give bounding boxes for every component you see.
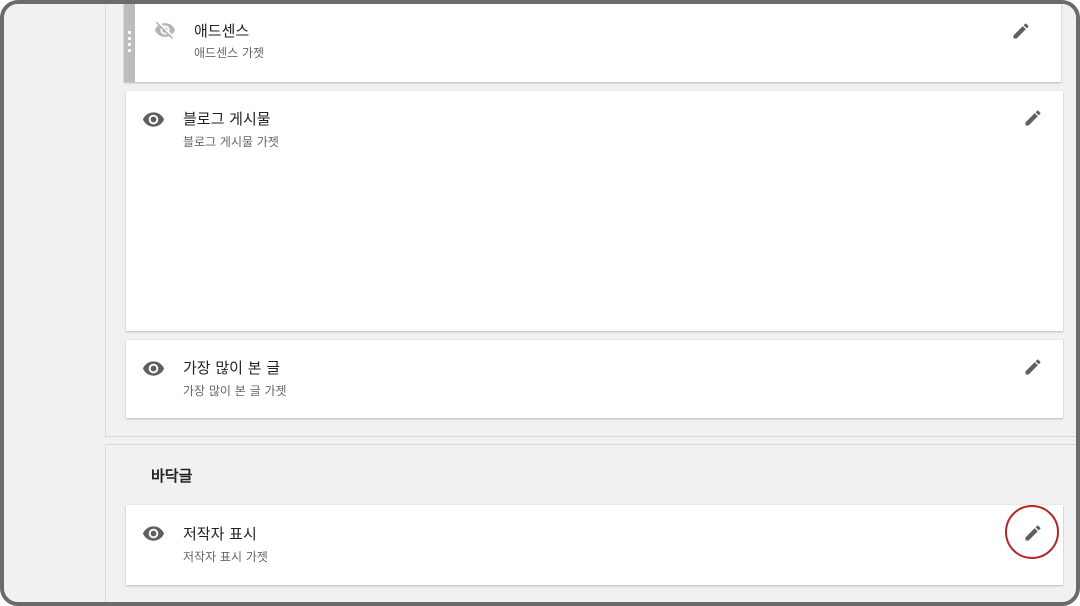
drag-handle-dots-icon [128, 31, 131, 55]
screenshot-frame: 애드센스 애드센스 가젯 블로그 게시물 블로그 게시물 가젯 가장 많이 본 … [0, 0, 1080, 606]
gadget-card-adsense[interactable]: 애드센스 애드센스 가젯 [124, 4, 1061, 82]
visibility-eye-icon[interactable] [142, 522, 165, 545]
gadget-card-blog-posts[interactable]: 블로그 게시물 블로그 게시물 가젯 [126, 91, 1063, 331]
gadget-title: 블로그 게시물 [183, 110, 271, 128]
gadget-subtitle: 블로그 게시물 가젯 [183, 135, 279, 149]
gadget-subtitle: 애드센스 가젯 [194, 46, 265, 60]
gadget-card-popular-posts[interactable]: 가장 많이 본 글 가장 많이 본 글 가젯 [126, 340, 1063, 418]
gadget-title: 저작자 표시 [183, 525, 257, 543]
visibility-eye-icon[interactable] [142, 357, 165, 380]
gadget-title: 애드센스 [194, 22, 250, 40]
edit-pencil-icon[interactable] [1023, 108, 1043, 128]
gadget-subtitle: 가장 많이 본 글 가젯 [183, 384, 287, 398]
visibility-eye-icon[interactable] [142, 108, 165, 131]
gadget-title: 가장 많이 본 글 [183, 359, 281, 377]
sidebar-section-panel: 애드센스 애드센스 가젯 블로그 게시물 블로그 게시물 가젯 가장 많이 본 … [105, 4, 1076, 437]
edit-pencil-icon[interactable] [1023, 357, 1043, 377]
gadget-card-attribution[interactable]: 저작자 표시 저작자 표시 가젯 [126, 505, 1063, 585]
highlight-circle-annotation [1005, 505, 1059, 559]
visibility-off-icon[interactable] [154, 19, 176, 41]
section-heading: 바닥글 [151, 467, 193, 485]
gadget-subtitle: 저작자 표시 가젯 [183, 550, 268, 564]
left-gutter [4, 4, 105, 602]
footer-section-panel: 바닥글 저작자 표시 저작자 표시 가젯 [105, 444, 1076, 602]
edit-pencil-icon[interactable] [1011, 21, 1031, 41]
drag-handle[interactable] [124, 4, 135, 82]
